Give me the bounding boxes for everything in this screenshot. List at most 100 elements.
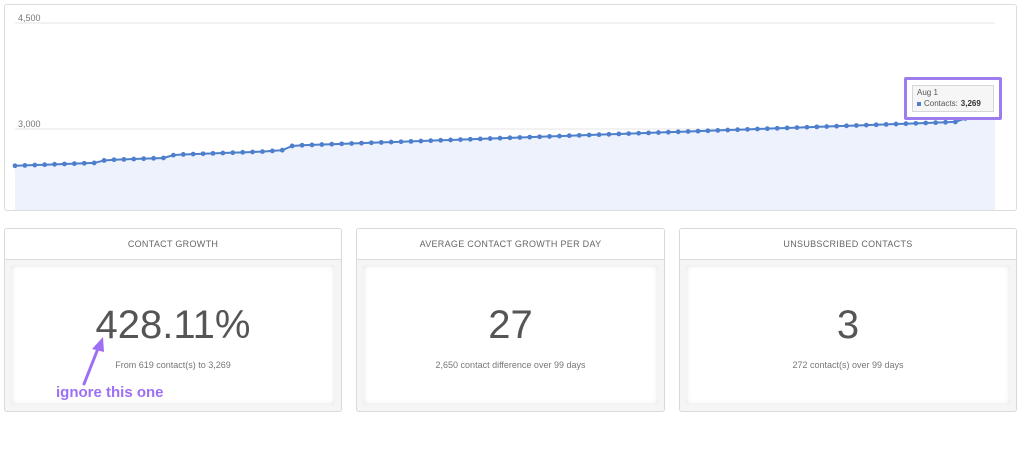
- data-point[interactable]: [32, 162, 38, 168]
- data-point[interactable]: [873, 122, 879, 128]
- stat-subtext: 2,650 contact difference over 99 days: [435, 360, 586, 370]
- data-point[interactable]: [626, 131, 632, 136]
- data-point[interactable]: [586, 132, 592, 138]
- data-point[interactable]: [240, 149, 246, 155]
- data-point[interactable]: [477, 136, 483, 142]
- data-point[interactable]: [933, 120, 939, 126]
- data-point[interactable]: [230, 150, 236, 156]
- data-point[interactable]: [408, 138, 414, 144]
- data-point[interactable]: [527, 134, 533, 140]
- data-point[interactable]: [814, 124, 820, 130]
- data-point[interactable]: [428, 138, 434, 144]
- data-point[interactable]: [913, 120, 919, 126]
- data-point[interactable]: [487, 136, 493, 141]
- data-point[interactable]: [91, 160, 97, 166]
- data-point[interactable]: [62, 161, 67, 167]
- data-point[interactable]: [725, 127, 731, 133]
- data-point[interactable]: [220, 150, 226, 156]
- data-point[interactable]: [289, 143, 295, 149]
- data-point[interactable]: [665, 129, 671, 135]
- data-point[interactable]: [943, 119, 948, 125]
- data-point[interactable]: [764, 126, 770, 132]
- data-point[interactable]: [784, 125, 790, 131]
- data-point[interactable]: [755, 126, 760, 132]
- data-point[interactable]: [953, 119, 958, 125]
- data-point[interactable]: [883, 122, 889, 127]
- data-point[interactable]: [42, 162, 48, 168]
- data-point[interactable]: [299, 142, 305, 148]
- data-point[interactable]: [269, 148, 275, 154]
- data-point[interactable]: [12, 163, 18, 169]
- data-point[interactable]: [398, 139, 404, 145]
- data-point[interactable]: [745, 126, 750, 132]
- data-point[interactable]: [339, 141, 345, 147]
- data-point[interactable]: [497, 135, 503, 141]
- data-point[interactable]: [101, 158, 107, 163]
- data-point[interactable]: [903, 121, 909, 127]
- data-point[interactable]: [418, 138, 424, 144]
- data-point[interactable]: [309, 142, 315, 148]
- data-point[interactable]: [893, 121, 899, 127]
- data-point[interactable]: [854, 123, 859, 128]
- data-point[interactable]: [111, 157, 117, 163]
- data-point[interactable]: [804, 124, 810, 130]
- data-point[interactable]: [81, 160, 87, 166]
- card-header: AVERAGE CONTACT GROWTH PER DAY: [357, 229, 664, 260]
- data-point[interactable]: [121, 156, 127, 162]
- data-point[interactable]: [923, 120, 929, 126]
- data-point[interactable]: [794, 125, 800, 130]
- data-point[interactable]: [507, 135, 513, 141]
- data-point[interactable]: [438, 137, 444, 143]
- data-point[interactable]: [279, 147, 285, 153]
- data-point[interactable]: [161, 155, 166, 161]
- data-point[interactable]: [250, 149, 255, 155]
- data-point[interactable]: [547, 134, 552, 139]
- data-point[interactable]: [596, 132, 602, 138]
- data-point[interactable]: [537, 134, 543, 140]
- data-point[interactable]: [141, 156, 147, 162]
- data-point[interactable]: [52, 161, 57, 167]
- data-point[interactable]: [200, 151, 206, 157]
- data-point[interactable]: [448, 137, 453, 143]
- data-point[interactable]: [458, 137, 463, 143]
- data-point[interactable]: [606, 131, 612, 137]
- data-point[interactable]: [329, 141, 335, 147]
- card-header: UNSUBSCRIBED CONTACTS: [680, 229, 1016, 260]
- data-point[interactable]: [834, 123, 840, 129]
- data-point[interactable]: [824, 124, 830, 129]
- data-point[interactable]: [557, 133, 562, 139]
- data-point[interactable]: [695, 128, 701, 134]
- data-point[interactable]: [210, 150, 216, 156]
- data-point[interactable]: [359, 140, 364, 146]
- data-point[interactable]: [616, 131, 622, 137]
- data-point[interactable]: [131, 156, 137, 162]
- data-point[interactable]: [190, 151, 196, 157]
- data-point[interactable]: [705, 128, 711, 134]
- data-point[interactable]: [349, 141, 354, 146]
- data-point[interactable]: [517, 135, 523, 140]
- data-point[interactable]: [715, 128, 721, 133]
- data-point[interactable]: [151, 155, 156, 161]
- data-point[interactable]: [368, 140, 374, 146]
- data-point[interactable]: [180, 152, 186, 157]
- data-point[interactable]: [388, 139, 394, 145]
- data-point[interactable]: [774, 125, 780, 131]
- data-point[interactable]: [646, 130, 651, 136]
- data-point[interactable]: [319, 142, 325, 147]
- data-point[interactable]: [576, 132, 582, 138]
- data-point[interactable]: [735, 127, 741, 133]
- data-point[interactable]: [685, 129, 691, 134]
- data-point[interactable]: [467, 136, 473, 142]
- data-point[interactable]: [636, 130, 642, 136]
- data-point[interactable]: [656, 130, 661, 135]
- data-point[interactable]: [22, 162, 28, 168]
- data-point[interactable]: [675, 129, 681, 135]
- data-point[interactable]: [260, 149, 265, 155]
- data-point[interactable]: [863, 122, 869, 128]
- data-point[interactable]: [378, 140, 384, 145]
- data-point[interactable]: [844, 123, 849, 129]
- data-point[interactable]: [566, 133, 572, 139]
- data-point[interactable]: [170, 152, 176, 158]
- card-body: 3 272 contact(s) over 99 days: [686, 265, 1010, 405]
- data-point[interactable]: [71, 161, 77, 167]
